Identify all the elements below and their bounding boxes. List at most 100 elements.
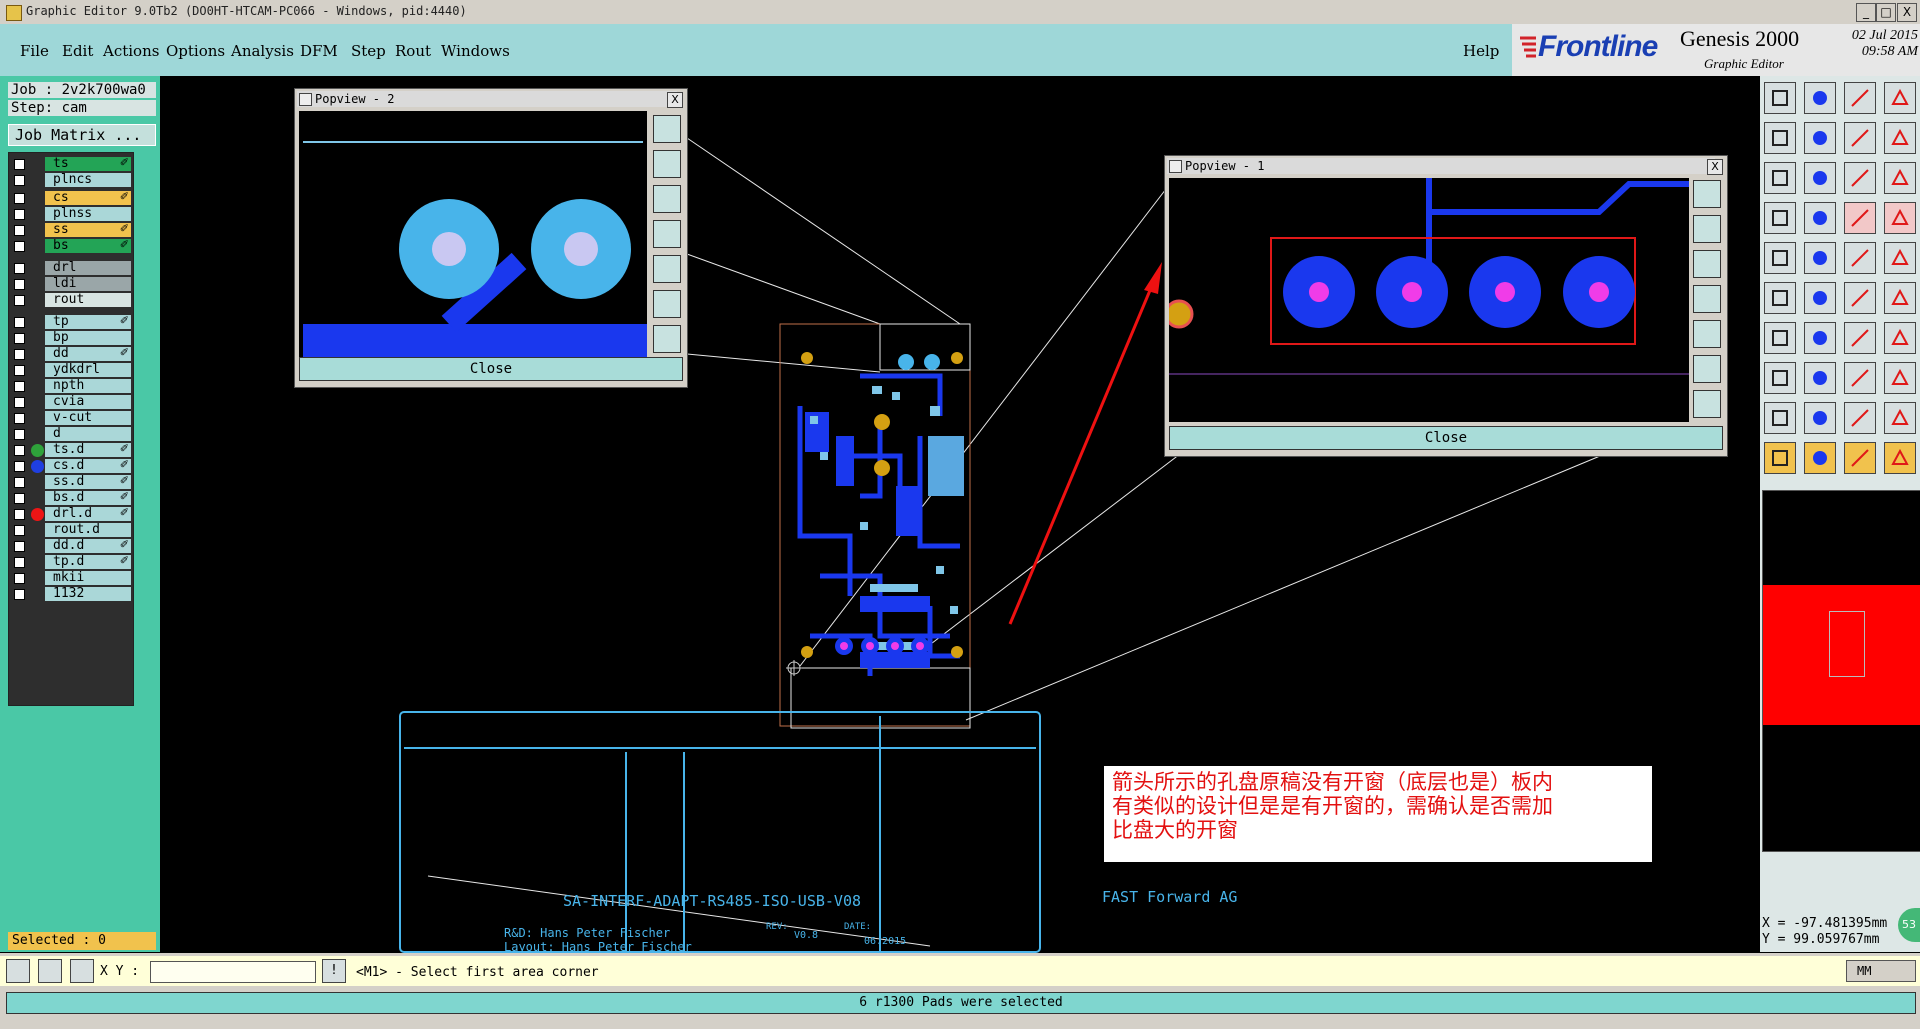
fit-all-button[interactable] (653, 290, 681, 318)
layer-checkbox[interactable] (14, 557, 25, 568)
layer-name[interactable]: ss.d ✐ (45, 474, 131, 489)
tool-group-button[interactable] (1884, 362, 1916, 394)
zoom-out-button[interactable] (653, 185, 681, 213)
layer-name[interactable]: drl (45, 261, 131, 275)
layer-name[interactable]: tp.d ✐ (45, 554, 131, 569)
layer-checkbox[interactable] (14, 509, 25, 520)
tool-bus-button[interactable] (1884, 322, 1916, 354)
tool-route-button[interactable] (1844, 202, 1876, 234)
tool-pad-button[interactable] (1764, 242, 1796, 274)
menu-options[interactable]: Options (166, 42, 225, 60)
layer-row-rout-d[interactable]: rout.d (9, 523, 133, 538)
layer-row-ts-d[interactable]: ts.d ✐ (9, 442, 133, 458)
layer-name[interactable]: cs ✐ (45, 190, 131, 205)
layer-row-dd[interactable]: dd ✐ (9, 346, 133, 362)
tool-letter-a2-button[interactable] (1844, 402, 1876, 434)
maximize-button[interactable]: □ (1876, 3, 1896, 22)
layer-name[interactable]: ss ✐ (45, 222, 131, 237)
tool-arc-button[interactable] (1844, 322, 1876, 354)
layer-name[interactable]: 1132 (45, 587, 131, 601)
layer-checkbox[interactable] (14, 349, 25, 360)
layer-checkbox[interactable] (14, 429, 25, 440)
layer-checkbox[interactable] (14, 193, 25, 204)
tool-pointer2-button[interactable] (1804, 442, 1836, 474)
layer-row-ts[interactable]: ts ✐ (9, 156, 133, 172)
menu-analysis[interactable]: Analysis (231, 42, 294, 60)
layer-name[interactable]: npth (45, 379, 131, 393)
layer-checkbox[interactable] (14, 209, 25, 220)
zoom-fit-button[interactable] (1693, 180, 1721, 208)
layer-row-cvia[interactable]: cvia (9, 395, 133, 410)
layer-name[interactable]: bs.d ✐ (45, 490, 131, 505)
layer-row-d[interactable]: d (9, 427, 133, 442)
layer-checkbox[interactable] (14, 159, 25, 170)
layer-row-ss-d[interactable]: ss.d ✐ (9, 474, 133, 490)
pan-left-button[interactable] (653, 220, 681, 248)
tool-letter-a3-button[interactable] (1884, 402, 1916, 434)
popview-1-canvas[interactable] (1169, 178, 1689, 422)
layer-name[interactable]: v-cut (45, 411, 131, 425)
layer-checkbox[interactable] (14, 589, 25, 600)
tool-cross-button[interactable] (1804, 282, 1836, 314)
layer-name[interactable]: ldi (45, 277, 131, 291)
layer-name[interactable]: cvia (45, 395, 131, 409)
layer-row-ldi[interactable]: ldi (9, 277, 133, 292)
pan-left-button[interactable] (1693, 285, 1721, 313)
pan-right-button[interactable] (653, 255, 681, 283)
layer-checkbox[interactable] (14, 413, 25, 424)
tool-pointer3-button[interactable] (1844, 442, 1876, 474)
layer-checkbox[interactable] (14, 477, 25, 488)
layer-row-tp[interactable]: tp ✐ (9, 314, 133, 330)
menu-windows[interactable]: Windows (441, 42, 510, 60)
reset-view-button[interactable] (653, 325, 681, 353)
measure-icon[interactable] (38, 959, 62, 983)
grid-icon[interactable] (70, 959, 94, 983)
layer-name[interactable]: bs ✐ (45, 238, 131, 253)
tool-route2-button[interactable] (1884, 202, 1916, 234)
layer-checkbox[interactable] (14, 445, 25, 456)
layer-name[interactable]: drl.d ✐ (45, 506, 131, 521)
tool-link-button[interactable] (1884, 282, 1916, 314)
layer-row-dd-d[interactable]: dd.d ✐ (9, 538, 133, 554)
zoom-in-button[interactable] (1693, 215, 1721, 243)
tool-pointer-button[interactable] (1764, 442, 1796, 474)
tool-home-button[interactable] (1844, 82, 1876, 114)
layer-name[interactable]: dd ✐ (45, 346, 131, 361)
layer-row-npth[interactable]: npth (9, 379, 133, 394)
overview-thumbnail[interactable] (1762, 490, 1920, 852)
tool-snap-button[interactable] (1764, 202, 1796, 234)
layer-row-bs-d[interactable]: bs.d ✐ (9, 490, 133, 506)
layer-checkbox[interactable] (14, 175, 25, 186)
tool-window-button[interactable] (1884, 82, 1916, 114)
layer-checkbox[interactable] (14, 241, 25, 252)
popview-2-close-x[interactable]: X (667, 92, 683, 108)
layer-checkbox[interactable] (14, 461, 25, 472)
layer-row-bs[interactable]: bs ✐ (9, 238, 133, 254)
layer-name[interactable]: bp (45, 331, 131, 345)
layer-checkbox[interactable] (14, 365, 25, 376)
popview-2-close-button[interactable]: Close (299, 357, 683, 381)
layer-row-drl[interactable]: drl (9, 261, 133, 276)
popview-1-close-button[interactable]: Close (1169, 426, 1723, 450)
layer-checkbox[interactable] (14, 541, 25, 552)
layer-name[interactable]: d (45, 427, 131, 441)
zoom-out-button[interactable] (1693, 250, 1721, 278)
tool-triangle-button[interactable] (1764, 402, 1796, 434)
layer-checkbox[interactable] (14, 493, 25, 504)
tool-circle-button[interactable] (1884, 242, 1916, 274)
tool-redo-button[interactable] (1804, 122, 1836, 154)
tool-center-button[interactable] (1804, 162, 1836, 194)
layer-row-ss[interactable]: ss ✐ (9, 222, 133, 238)
layer-row-rout[interactable]: rout (9, 293, 133, 308)
tool-box-button[interactable] (1844, 362, 1876, 394)
layer-checkbox[interactable] (14, 397, 25, 408)
tool-text-button[interactable] (1844, 242, 1876, 274)
menu-edit[interactable]: Edit (62, 42, 93, 60)
menu-actions[interactable]: Actions (103, 42, 159, 60)
tool-scale-button[interactable] (1844, 162, 1876, 194)
layer-checkbox[interactable] (14, 317, 25, 328)
layer-name[interactable]: cs.d ✐ (45, 458, 131, 473)
units-select[interactable]: MM (1846, 960, 1916, 982)
zoom-in-button[interactable] (653, 150, 681, 178)
layer-row-tp-d[interactable]: tp.d ✐ (9, 554, 133, 570)
